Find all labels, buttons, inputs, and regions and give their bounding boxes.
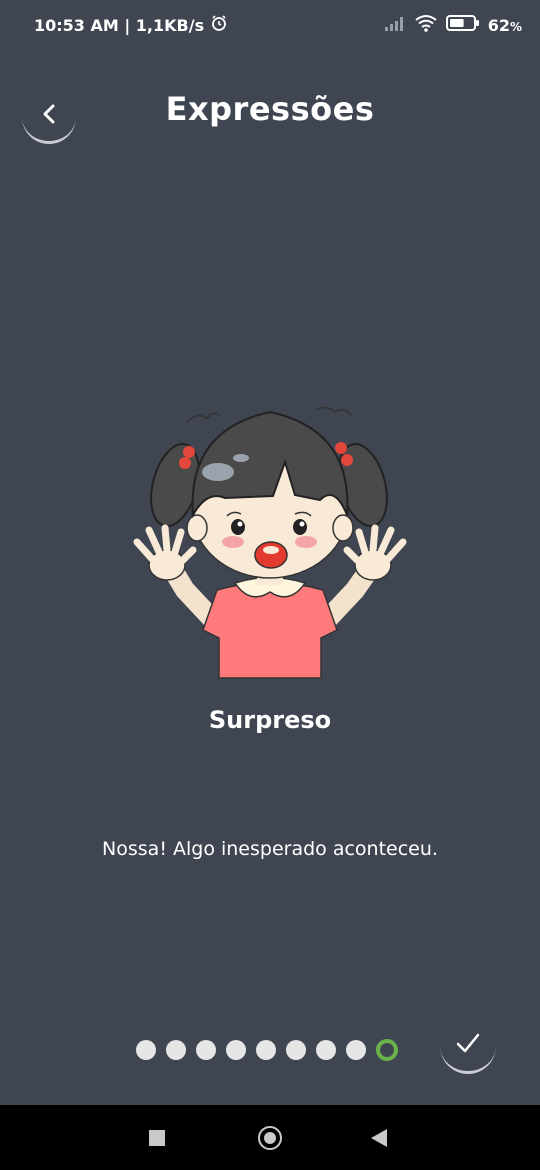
- page-dot[interactable]: [316, 1040, 336, 1060]
- wifi-icon: [414, 14, 438, 36]
- page-dot[interactable]: [166, 1040, 186, 1060]
- status-time: 10:53 AM | 1,1KB/s: [34, 15, 205, 35]
- home-icon[interactable]: [258, 1126, 282, 1150]
- system-nav-bar: [0, 1105, 540, 1170]
- header: Expressões: [0, 70, 540, 150]
- page-dot[interactable]: [346, 1040, 366, 1060]
- confirm-button[interactable]: [440, 1018, 496, 1074]
- status-bar: 10:53 AM | 1,1KB/s 62%: [0, 0, 540, 50]
- status-right: 62%: [384, 14, 522, 36]
- status-left: 10:53 AM | 1,1KB/s: [34, 14, 228, 36]
- page-dot[interactable]: [196, 1040, 216, 1060]
- page-title: Expressões: [165, 90, 375, 128]
- check-icon: [455, 1032, 481, 1058]
- page-dot[interactable]: [286, 1040, 306, 1060]
- page-dot[interactable]: [256, 1040, 276, 1060]
- surprised-girl-illustration: [125, 400, 415, 685]
- page-dot[interactable]: [226, 1040, 246, 1060]
- alarm-icon: [210, 14, 228, 36]
- recents-icon[interactable]: [149, 1130, 165, 1146]
- back-triangle-icon[interactable]: [371, 1129, 387, 1147]
- expression-name: Surpreso: [208, 706, 332, 734]
- page-dot-active[interactable]: [376, 1039, 398, 1061]
- page-indicator: [136, 1039, 398, 1061]
- battery-icon: [445, 14, 480, 36]
- expression-description: Nossa! Algo inesperado aconteceu.: [102, 838, 438, 860]
- page-dot[interactable]: [136, 1040, 156, 1060]
- battery-percent: 62%: [487, 15, 522, 35]
- signal-icon: [384, 15, 406, 35]
